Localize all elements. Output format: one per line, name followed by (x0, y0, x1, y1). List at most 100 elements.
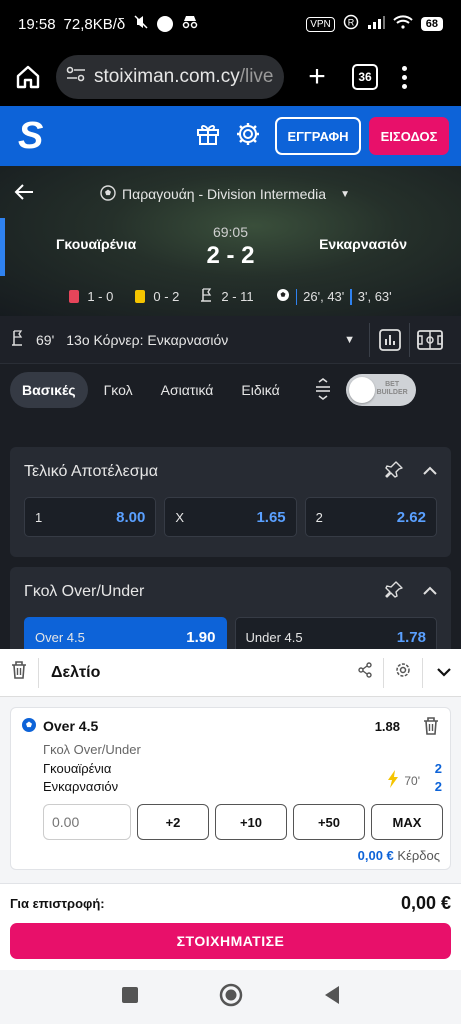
betslip-title: Δελτίο (51, 663, 101, 681)
bet-selection: Over 4.5 (43, 718, 99, 734)
quick-stake-10-button[interactable]: +10 (215, 804, 287, 840)
pin-icon[interactable] (385, 580, 403, 604)
pin-icon[interactable] (385, 460, 403, 484)
away-team: Ενκαρνασιόν (319, 236, 407, 252)
registered-icon: R (343, 14, 359, 34)
corner-flag-icon (12, 330, 24, 349)
league-selector[interactable]: Παραγουάη - Division Intermedia ▼ (100, 184, 350, 204)
bet-home-team: Γκουαϊρένια (43, 761, 112, 776)
notification-dot-icon (157, 16, 174, 32)
market-tabs: Βασικές Γκολ Ασιατικά Ειδικά BET BUILDER (0, 364, 461, 416)
tab-asian[interactable]: Ασιατικά (149, 372, 226, 408)
svg-text:R: R (348, 18, 355, 28)
goals-home-minutes: 26', 43' (303, 289, 345, 304)
url-domain: stoiximan.com.cy (94, 66, 240, 87)
gift-icon[interactable] (195, 121, 221, 152)
profit-label: Κέρδος (397, 848, 440, 863)
bet-score-away: 2 (434, 779, 442, 794)
browser-toolbar: stoiximan.com.cy/live + 36 (0, 48, 461, 106)
odd-value: 1.90 (186, 628, 216, 646)
settings-gear-icon[interactable] (394, 661, 412, 684)
odd-value: 2.62 (396, 508, 426, 526)
bet-market: Γκολ Over/Under (43, 742, 141, 757)
chevron-up-icon[interactable] (423, 583, 437, 601)
status-speed: 72,8KB/δ (63, 15, 126, 33)
chevron-up-icon[interactable] (423, 463, 437, 481)
status-time: 19:58 (18, 15, 56, 33)
tab-switcher-button[interactable]: 36 (352, 64, 378, 90)
odd-value: 8.00 (116, 508, 146, 526)
bet-live-minute: 70' (404, 773, 420, 788)
chevron-down-icon[interactable]: ▼ (344, 334, 355, 346)
live-event-bar[interactable]: 69' 13ο Κόρνερ: Ενκαρνασιόν ▼ (0, 316, 461, 364)
bet-score-home: 2 (434, 761, 442, 776)
expand-collapse-icon[interactable] (314, 377, 332, 403)
pitch-view-icon[interactable] (409, 322, 449, 357)
bet-builder-toggle[interactable]: BET BUILDER (345, 374, 416, 406)
football-icon (100, 184, 116, 204)
signal-icon (367, 15, 385, 33)
home-icon[interactable] (10, 59, 46, 95)
return-label: Για επιστροφή: (10, 896, 105, 911)
url-path: /live (239, 66, 274, 87)
event-text: 13ο Κόρνερ: Ενκαρνασιόν (66, 331, 229, 348)
incognito-icon (181, 15, 199, 33)
return-value: 0,00 € (400, 893, 451, 913)
league-name: Παραγουάη - Division Intermedia (122, 186, 327, 202)
recent-apps-icon[interactable] (121, 986, 139, 1009)
odd-button-away[interactable]: 2 2.62 (304, 497, 437, 537)
odd-value: 1.78 (396, 628, 426, 646)
corners-count: 2 - 11 (221, 289, 254, 304)
battery-icon: 68 (420, 17, 443, 31)
market-over-under: Γκολ Over/Under Over 4.5 1.90 Under 4.5 1.… (10, 567, 451, 657)
wifi-icon (393, 15, 413, 33)
login-button[interactable]: ΕΙΣΟΔΟΣ (369, 117, 449, 155)
new-tab-button[interactable]: + (302, 60, 332, 94)
place-bet-button[interactable]: ΣΤΟΙΧΗΜΑΤΙΣΕ (10, 923, 451, 959)
tab-goals[interactable]: Γκολ (92, 372, 145, 408)
tab-basic[interactable]: Βασικές (10, 372, 88, 408)
quick-stake-2-button[interactable]: +2 (137, 804, 209, 840)
share-icon[interactable] (357, 662, 373, 683)
odd-label: Over 4.5 (35, 629, 85, 645)
chevron-down-icon[interactable] (437, 664, 451, 682)
market-title: Τελικό Αποτέλεσμα (24, 463, 159, 480)
status-bar: 19:58 72,8KB/δ VPN R 68 (0, 0, 461, 48)
bet-odd: 1.88 (374, 719, 400, 734)
bet-selection-card: Over 4.5 1.88 Γκολ Over/Under Γκουαϊρένι… (10, 707, 451, 870)
site-settings-icon[interactable] (66, 66, 86, 88)
trash-icon[interactable] (10, 660, 28, 685)
event-minute: 69' (36, 331, 55, 348)
quick-stake-50-button[interactable]: +50 (293, 804, 365, 840)
vpn-icon: VPN (306, 16, 335, 32)
match-stats: 1 - 0 0 - 2 2 - 11 26', 43' 3', 63' (0, 288, 461, 305)
odd-label: Χ (175, 509, 184, 525)
bet-away-team: Ενκαρνασιόν (43, 779, 119, 794)
system-nav-bar (0, 970, 461, 1024)
tab-special[interactable]: Ειδικά (229, 372, 291, 408)
yellow-card-icon (135, 290, 146, 303)
register-button[interactable]: ΕΓΓΡΑΦΗ (275, 117, 361, 155)
home-circle-icon[interactable] (219, 983, 243, 1012)
max-stake-button[interactable]: MAX (371, 804, 443, 840)
odd-label: Under 4.5 (245, 629, 303, 645)
url-bar[interactable]: stoiximan.com.cy/live (56, 55, 284, 99)
odd-button-home[interactable]: 1 8.00 (24, 497, 157, 537)
stats-chart-icon[interactable] (369, 322, 409, 357)
site-header: S ΕΓΓΡΑΦΗ ΕΙΣΟΔΟΣ (0, 106, 461, 166)
back-arrow-icon[interactable] (14, 181, 34, 207)
betslip-panel: Δελτίο Over 4.5 1.88 Γκολ Over/Under Γκο… (0, 649, 461, 1024)
odd-value: 1.65 (256, 508, 286, 526)
football-icon (21, 717, 37, 738)
logo[interactable]: S (18, 115, 58, 158)
browser-menu-icon[interactable] (402, 65, 407, 89)
lightning-icon (387, 770, 399, 791)
trash-icon[interactable] (422, 716, 440, 741)
back-triangle-icon[interactable] (323, 985, 341, 1010)
stake-input[interactable] (43, 804, 131, 840)
yellow-cards-count: 0 - 2 (153, 289, 180, 304)
odd-label: 1 (35, 509, 43, 525)
odd-button-draw[interactable]: Χ 1.65 (164, 497, 297, 537)
settings-gear-icon[interactable] (235, 121, 261, 152)
profit-value: 0,00 € (357, 848, 394, 863)
